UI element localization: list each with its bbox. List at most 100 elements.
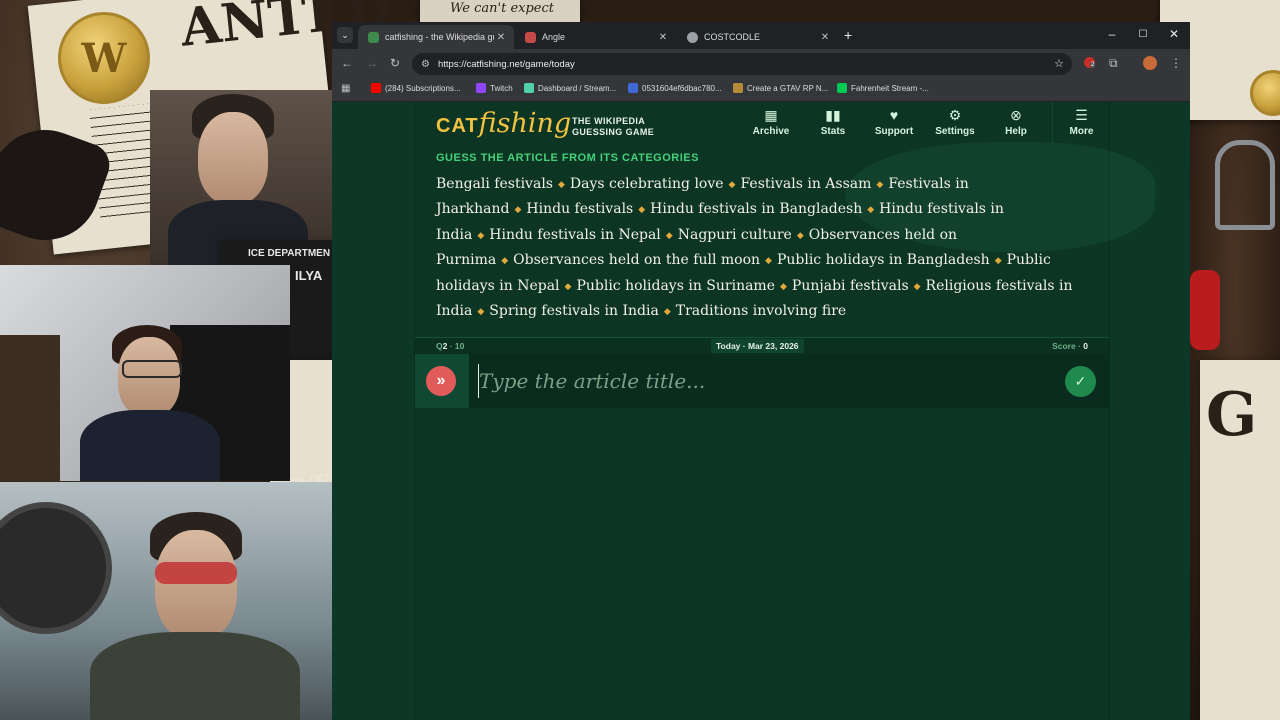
- nav-label: Help: [1005, 126, 1027, 137]
- url-text[interactable]: https://catfishing.net/game/today: [438, 59, 575, 70]
- police-dept-text: ICE DEPARTMEN: [248, 248, 331, 259]
- category-item: Days celebrating love: [569, 176, 724, 192]
- bookmark-dashboard[interactable]: Dashboard / Stream...: [524, 83, 616, 93]
- guess-row: » ✓: [415, 354, 1109, 408]
- browser-window: ⌄ catfishing - the Wikipedia gue ✕ Angle…: [332, 22, 1190, 720]
- nav-stats[interactable]: ▮▮ Stats: [808, 107, 858, 137]
- submit-guess-button[interactable]: ✓: [1065, 366, 1096, 397]
- bookmark-label: 0531604ef6dbac780...: [642, 83, 722, 93]
- category-item: Hindu festivals in Nepal: [489, 226, 661, 243]
- twitch-icon: [476, 83, 486, 93]
- catfishing-game: CATfishing THE WIKIPEDIA GUESSING GAME ▦…: [414, 102, 1155, 720]
- diamond-separator-icon: ◆: [665, 230, 673, 241]
- character-face-bottom: [155, 530, 237, 640]
- question-total: · 10: [449, 341, 465, 351]
- bookmark-star-icon[interactable]: ☆: [1054, 57, 1064, 70]
- page-viewport: CATfishing THE WIKIPEDIA GUESSING GAME ▦…: [332, 102, 1190, 720]
- close-window-icon[interactable]: ✕: [1166, 27, 1182, 41]
- tab-search-button[interactable]: ⌄: [337, 27, 353, 43]
- close-tab-icon[interactable]: ✕: [494, 32, 508, 43]
- youtube-icon: [371, 83, 381, 93]
- bookmark-label: (284) Subscriptions...: [385, 83, 461, 93]
- tab-costcodle[interactable]: COSTCODLE ✕: [677, 25, 838, 49]
- nav-label: Stats: [820, 126, 846, 137]
- nav-help[interactable]: ⊗ Help: [991, 107, 1041, 137]
- costcodle-favicon: [687, 31, 698, 43]
- poster-g-text: G: [1206, 380, 1258, 450]
- document-icon: [628, 83, 638, 93]
- diamond-separator-icon: ◆: [765, 256, 772, 267]
- nav-support[interactable]: ♥ Support: [869, 107, 919, 137]
- new-tab-button[interactable]: +: [844, 27, 852, 43]
- back-icon[interactable]: ←: [341, 56, 353, 70]
- score-label: Score ·: [1052, 341, 1081, 351]
- character-face: [198, 112, 268, 204]
- score-counter: Score · 0: [1052, 341, 1088, 351]
- tab-strip: ⌄ catfishing - the Wikipedia gue ✕ Angle…: [332, 22, 1190, 49]
- date-badge: Today · Mar 23, 2026: [711, 339, 804, 353]
- diamond-separator-icon: ◆: [796, 230, 804, 241]
- category-item: Hindu festivals: [526, 201, 634, 218]
- address-bar[interactable]: ⚙ https://catfishing.net/game/today ☆: [412, 53, 1072, 75]
- calendar-icon: ▦: [764, 107, 778, 123]
- nav-label: Archive: [752, 126, 790, 137]
- lifebuoy-icon: ⊗: [1010, 107, 1022, 123]
- gold-coin-logo: W: [58, 12, 150, 104]
- forward-icon[interactable]: →: [366, 56, 378, 70]
- category-item: Observances held on the full moon: [513, 252, 761, 269]
- catfishing-logo[interactable]: CATfishing: [436, 108, 571, 139]
- skip-area: »: [415, 354, 469, 408]
- film-reel: [0, 502, 112, 634]
- browser-menu-icon[interactable]: ⋮: [1170, 56, 1182, 70]
- guess-input[interactable]: [478, 364, 1059, 398]
- bookmark-youtube[interactable]: (284) Subscriptions...: [371, 83, 461, 93]
- nav-label: More: [1069, 126, 1094, 137]
- quote-poster: We can't expect: [420, 0, 580, 22]
- extension-badge: 2: [1090, 62, 1096, 68]
- tab-label: COSTCODLE: [704, 32, 761, 42]
- bookmark-hash[interactable]: 0531604ef6dbac780...: [628, 83, 722, 93]
- category-item: Hindu festivals in Bangladesh: [650, 201, 863, 218]
- bookmark-gtav[interactable]: Create a GTAV RP N...: [733, 83, 828, 93]
- lock-decoration: [1215, 140, 1275, 230]
- tab-angle[interactable]: Angle ✕: [515, 25, 676, 49]
- skip-button[interactable]: »: [426, 366, 456, 396]
- nav-more[interactable]: ☰ More: [1052, 102, 1110, 149]
- tagline: THE WIKIPEDIA GUESSING GAME: [572, 116, 655, 137]
- diamond-separator-icon: ◆: [557, 180, 565, 190]
- fahrenheit-icon: [837, 83, 847, 93]
- bookmark-label: Create a GTAV RP N...: [747, 83, 829, 93]
- diamond-separator-icon: ◆: [501, 256, 509, 267]
- maximize-icon[interactable]: ☐: [1135, 29, 1151, 40]
- dashboard-icon: [524, 83, 534, 93]
- check-icon: ✓: [1074, 373, 1087, 389]
- question-counter: Q2 · 10: [436, 341, 464, 351]
- extensions-puzzle-icon[interactable]: ⧉: [1109, 56, 1118, 71]
- apps-grid-icon[interactable]: ▦: [341, 83, 350, 94]
- site-info-icon[interactable]: ⚙: [421, 59, 430, 70]
- tab-label: Angle: [542, 32, 566, 42]
- bookmark-twitch[interactable]: Twitch: [476, 83, 513, 93]
- diamond-separator-icon: ◆: [638, 205, 646, 216]
- minimize-icon[interactable]: –: [1104, 27, 1120, 41]
- nav-archive[interactable]: ▦ Archive: [746, 107, 796, 137]
- streamer-glasses: [122, 360, 182, 378]
- reload-icon[interactable]: ↻: [390, 56, 400, 70]
- catfishing-favicon: [368, 31, 379, 43]
- bookmark-label: Dashboard / Stream...: [538, 83, 617, 93]
- close-tab-icon[interactable]: ✕: [818, 32, 832, 43]
- menu-icon: ☰: [1075, 107, 1088, 123]
- diamond-separator-icon: ◆: [564, 281, 572, 292]
- character-portrait-top: [150, 90, 332, 265]
- question-current: 2: [442, 341, 448, 351]
- tab-catfishing[interactable]: catfishing - the Wikipedia gue ✕: [358, 25, 514, 49]
- boot-decoration: [1190, 270, 1220, 350]
- bookmark-fahrenheit[interactable]: Fahrenheit Stream -...: [837, 83, 929, 93]
- nav-settings[interactable]: ⚙ Settings: [930, 107, 980, 137]
- close-tab-icon[interactable]: ✕: [656, 32, 670, 43]
- extension-icon[interactable]: 2: [1084, 57, 1096, 68]
- bookmark-label: Fahrenheit Stream -...: [851, 83, 929, 93]
- diamond-separator-icon: ◆: [477, 230, 485, 241]
- coin-letter: W: [81, 34, 127, 82]
- profile-avatar[interactable]: [1143, 56, 1157, 70]
